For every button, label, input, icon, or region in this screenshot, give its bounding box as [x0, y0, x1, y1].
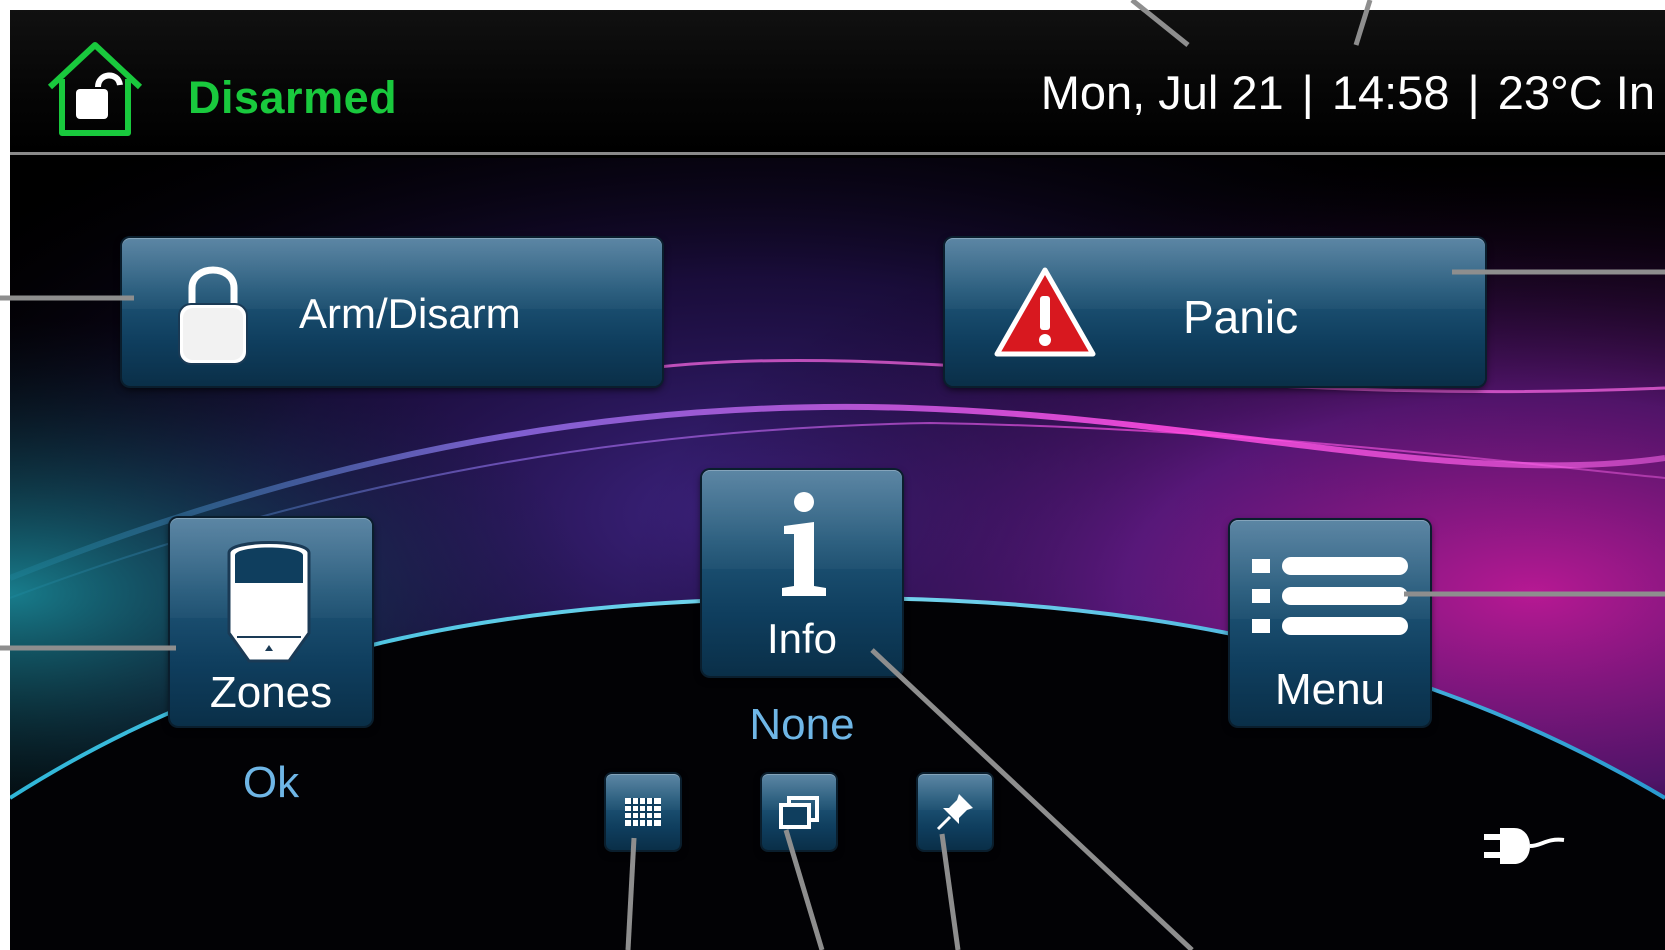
warning-triangle-icon [994, 267, 1096, 357]
list-menu-icon [1252, 557, 1408, 635]
temperature-label: 23°C In [1497, 66, 1655, 119]
panic-label: Panic [1183, 291, 1299, 343]
zones-button[interactable]: Zones [170, 518, 372, 726]
zones-status: Ok [242, 758, 300, 807]
ac-plug-icon [1484, 828, 1565, 864]
separator: | [1301, 66, 1314, 119]
zones-label: Zones [209, 668, 333, 717]
keypad-grid-icon [625, 798, 661, 826]
padlock-icon [178, 266, 248, 365]
arm-status-label: Disarmed [188, 72, 398, 123]
panic-button[interactable]: Panic [945, 238, 1485, 386]
keypad-button[interactable] [606, 774, 680, 850]
info-label: Info [766, 615, 838, 662]
info-status: None [749, 700, 855, 749]
menu-label: Menu [1274, 665, 1386, 714]
info-button[interactable]: Info [702, 470, 902, 676]
separator: | [1467, 66, 1480, 119]
house-unlocked-icon [47, 42, 143, 136]
alarm-panel-screen: Disarmed Mon, Jul 21 | 14:58 | 23°C In Arm/D… [10, 10, 1665, 950]
pin-button[interactable] [918, 774, 992, 850]
date-label: Mon, Jul 21 [1040, 66, 1284, 119]
arm-disarm-button[interactable]: Arm/Disarm [122, 238, 662, 386]
windows-icon [779, 796, 819, 829]
motion-sensor-icon [227, 541, 311, 663]
time-label: 14:58 [1331, 66, 1450, 119]
status-bar: Disarmed Mon, Jul 21 | 14:58 | 23°C In [10, 10, 1665, 155]
date-time-temperature: Mon, Jul 21 | 14:58 | 23°C In [1041, 65, 1655, 120]
menu-button[interactable]: Menu [1230, 520, 1430, 726]
pushpin-icon [936, 794, 973, 831]
info-icon [782, 492, 826, 596]
arm-disarm-label: Arm/Disarm [299, 290, 521, 337]
windows-button[interactable] [762, 774, 836, 850]
